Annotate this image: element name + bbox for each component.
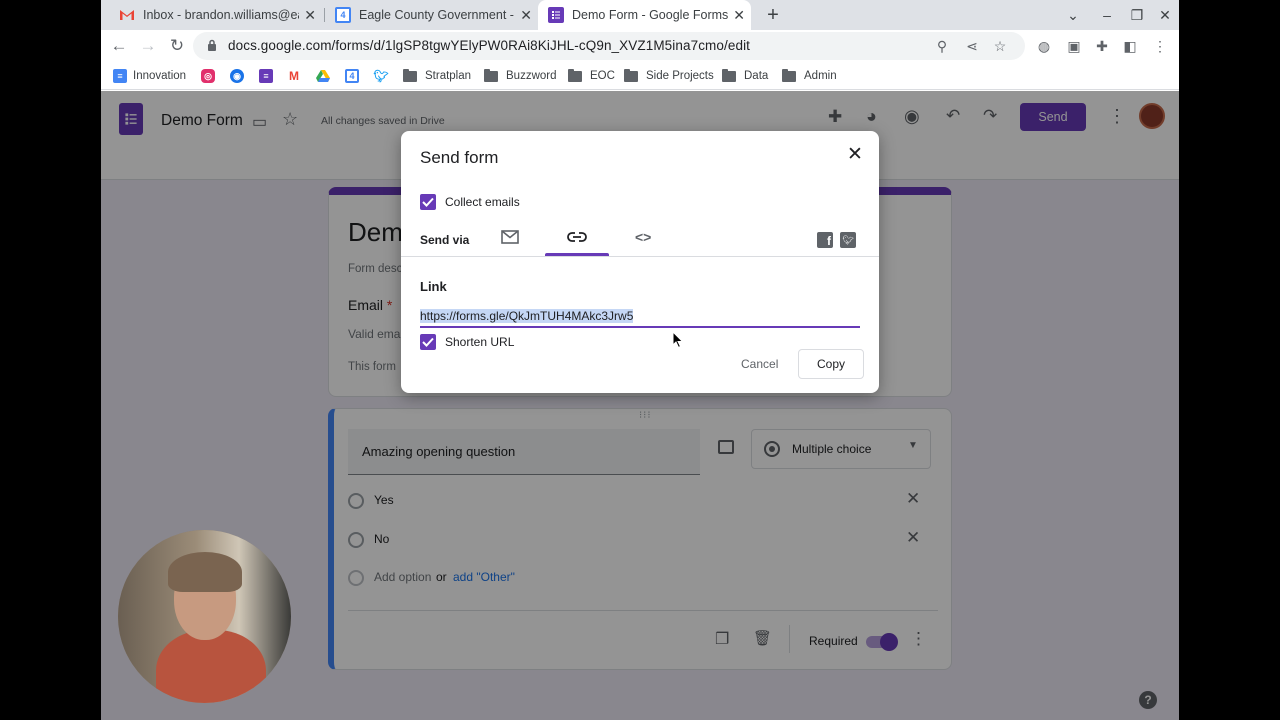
tab-gmail[interactable]: Inbox - brandon.williams@eagle ✕ — [109, 0, 322, 30]
folder-icon — [722, 68, 736, 82]
close-tab-icon[interactable]: ✕ — [520, 7, 532, 24]
close-tab-icon[interactable]: ✕ — [304, 7, 316, 24]
bookmark-folder-eoc[interactable]: EOC — [568, 68, 615, 84]
link-heading: Link — [420, 279, 447, 294]
gmail-icon — [119, 7, 135, 23]
bookmark-forms[interactable]: ≡ — [259, 68, 279, 84]
puzzle-icon[interactable]: ✚ — [1093, 37, 1111, 55]
forms-icon — [548, 7, 564, 23]
drive-icon — [316, 69, 330, 83]
instagram-icon: ◎ — [201, 69, 215, 83]
back-icon[interactable]: ← — [107, 34, 131, 58]
folder-icon — [484, 68, 498, 82]
bookmark-calendar[interactable]: 4 — [345, 68, 365, 84]
tab-search-chevron-icon[interactable]: ⌄ — [1059, 0, 1087, 30]
send-form-dialog: Send form ✕ Collect emails Send via <> f… — [401, 131, 879, 393]
bookmark-label: Innovation — [133, 70, 187, 82]
tab-strip: Inbox - brandon.williams@eagle ✕ 4 Eagle… — [101, 0, 1179, 30]
bookmarks-bar: ≡ Innovation ◎ ◉ ≡ M 4 🐦︎ Stratplan Buzz… — [101, 62, 1179, 90]
tab-title: Inbox - brandon.williams@eagle — [143, 8, 299, 22]
forms-icon: ≡ — [259, 69, 273, 83]
sidepanel-icon[interactable]: ◧ — [1121, 37, 1139, 55]
close-window-icon[interactable]: ✕ — [1151, 0, 1179, 30]
bookmark-folder-stratplan[interactable]: Stratplan — [403, 68, 471, 84]
tab-title: Demo Form - Google Forms — [572, 8, 729, 22]
browser-window: Inbox - brandon.williams@eagle ✕ 4 Eagle… — [101, 0, 1179, 720]
bookmark-folder-admin[interactable]: Admin — [782, 68, 837, 84]
email-tab-icon[interactable] — [501, 230, 519, 249]
folder-icon — [782, 68, 796, 82]
shorten-url-label: Shorten URL — [445, 335, 515, 349]
tab-title: Eagle County Government - Cale — [359, 8, 517, 22]
embed-tab-icon[interactable]: <> — [635, 229, 651, 245]
bookmark-instagram[interactable]: ◎ — [201, 68, 221, 84]
send-via-label: Send via — [420, 233, 470, 247]
bookmark-star-icon[interactable]: ☆ — [991, 37, 1009, 55]
docs-icon: ≡ — [113, 69, 127, 83]
tab-calendar[interactable]: 4 Eagle County Government - Cale ✕ — [325, 0, 538, 30]
close-tab-icon[interactable]: ✕ — [733, 7, 745, 24]
bookmark-circle[interactable]: ◉ — [230, 68, 250, 84]
cancel-button[interactable]: Cancel — [741, 357, 778, 371]
circle-app-icon: ◉ — [230, 69, 244, 83]
twitter-icon[interactable]: 🐦︎ — [840, 232, 856, 248]
bookmark-label: Stratplan — [425, 70, 472, 82]
address-bar[interactable]: docs.google.com/forms/d/1lgSP8tgwYElyPW0… — [193, 32, 1025, 60]
menu-dots-icon[interactable]: ⋮ — [1151, 37, 1169, 55]
tab-forms[interactable]: Demo Form - Google Forms ✕ — [538, 0, 751, 30]
close-icon[interactable]: ✕ — [847, 143, 863, 166]
shorten-url-checkbox[interactable] — [420, 334, 436, 350]
url-text: docs.google.com/forms/d/1lgSP8tgwYElyPW0… — [228, 38, 751, 53]
bookmark-twitter[interactable]: 🐦︎ — [373, 68, 394, 84]
share-icon[interactable]: ⋖ — [963, 37, 981, 55]
calendar-icon: 4 — [345, 69, 359, 83]
divider — [401, 256, 879, 257]
new-tab-icon[interactable]: + — [759, 0, 787, 30]
browser-toolbar: ← → ↻ docs.google.com/forms/d/1lgSP8tgwY… — [101, 30, 1179, 62]
collect-emails-label: Collect emails — [445, 195, 520, 209]
link-tab-icon[interactable] — [567, 230, 587, 248]
lock-icon — [207, 39, 217, 57]
restore-icon[interactable]: ❐ — [1123, 0, 1151, 30]
mouse-cursor-icon — [672, 330, 684, 354]
bookmark-gmail[interactable]: M — [287, 68, 307, 84]
bookmark-label: Data — [744, 70, 769, 82]
folder-icon — [624, 68, 638, 82]
presenter-shirt — [156, 630, 266, 703]
bookmark-folder-side-projects[interactable]: Side Projects — [624, 68, 714, 84]
bookmark-folder-data[interactable]: Data — [722, 68, 768, 84]
bookmark-label: Buzzword — [506, 70, 557, 82]
reload-icon[interactable]: ↻ — [165, 34, 189, 58]
webcam-overlay — [118, 530, 291, 703]
presenter-hair — [168, 552, 242, 592]
gmail-icon: M — [287, 69, 301, 83]
bookmark-drive[interactable] — [316, 68, 336, 84]
twitter-icon: 🐦︎ — [373, 69, 389, 83]
copy-button[interactable]: Copy — [798, 349, 864, 379]
zoom-icon[interactable]: ⚲ — [933, 37, 951, 55]
bookmark-label: Side Projects — [646, 70, 714, 82]
bookmark-label: Admin — [804, 70, 837, 82]
minimize-icon[interactable]: – — [1093, 0, 1121, 30]
link-url-text: https://forms.gle/QkJmTUH4MAkc3Jrw5 — [420, 309, 634, 323]
extension-icon[interactable]: ◍ — [1035, 37, 1053, 55]
folder-icon — [403, 68, 417, 82]
folder-icon — [568, 68, 582, 82]
facebook-icon[interactable]: f — [817, 232, 833, 248]
calendar-icon: 4 — [335, 7, 351, 23]
collect-emails-checkbox[interactable] — [420, 194, 436, 210]
bookmark-label: EOC — [590, 70, 615, 82]
link-url-field[interactable]: https://forms.gle/QkJmTUH4MAkc3Jrw5 — [420, 306, 860, 328]
bookmark-innovation[interactable]: ≡ Innovation — [113, 68, 186, 84]
dialog-title: Send form — [420, 148, 499, 167]
forward-icon[interactable]: → — [136, 34, 160, 58]
extension-icon-2[interactable]: ▣ — [1065, 37, 1083, 55]
bookmark-folder-buzzword[interactable]: Buzzword — [484, 68, 557, 84]
